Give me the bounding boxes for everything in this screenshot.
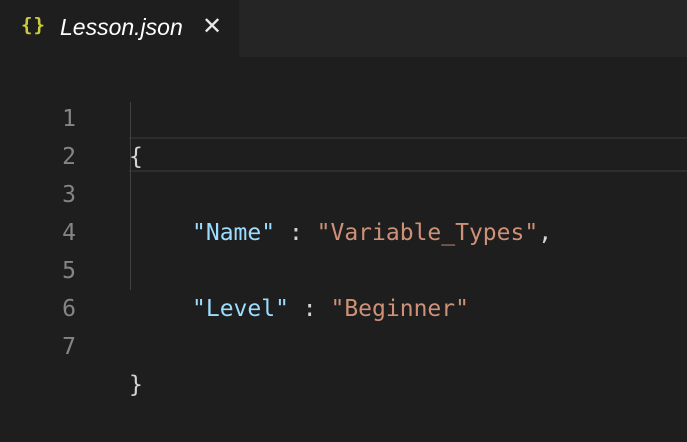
- tab-lesson-json[interactable]: {} Lesson.json ✕: [0, 0, 239, 57]
- line-number: 7: [62, 334, 76, 360]
- tab-title: Lesson.json: [60, 14, 183, 40]
- code-line-6: 6: [0, 252, 687, 322]
- close-icon[interactable]: ✕: [199, 11, 225, 41]
- code-line-2: 2: [0, 100, 687, 170]
- code-line-7: 7 }: [0, 290, 687, 398]
- json-braces-icon: {}: [21, 14, 46, 36]
- code-line-4: 4: [0, 176, 687, 246]
- code-editor[interactable]: 1 { 2 3 "Name" : "Variable_Types", 4 5 "…: [0, 57, 687, 408]
- code-text: }: [129, 372, 143, 398]
- code-line-3: 3 "Name" : "Variable_Types",: [0, 138, 687, 246]
- tab-bar: {} Lesson.json ✕: [0, 0, 687, 57]
- code-line-1: 1 {: [0, 62, 687, 170]
- code-line-5: 5 "Level" : "Beginner": [0, 214, 687, 322]
